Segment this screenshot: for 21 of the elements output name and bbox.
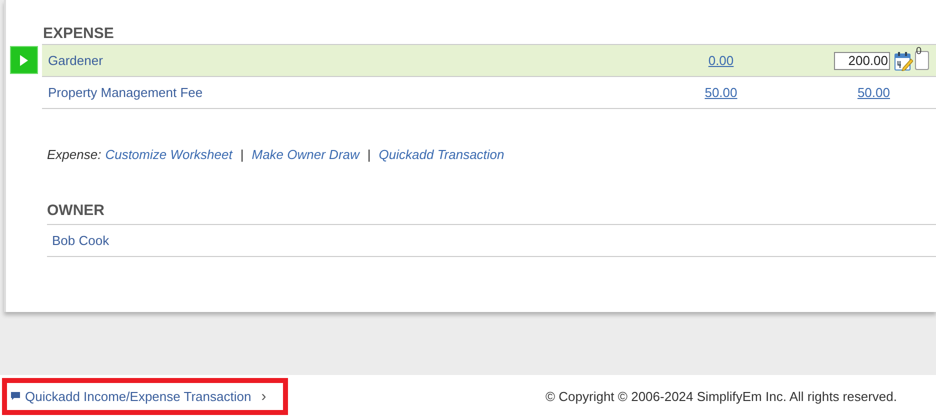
section-heading: EXPENSE: [42, 24, 115, 44]
account-name[interactable]: Property Management Fee: [48, 85, 448, 100]
action-link[interactable]: Make Owner Draw: [252, 147, 360, 162]
action-link[interactable]: Customize Worksheet: [105, 147, 232, 162]
amount-field[interactable]: 200.00: [834, 52, 890, 70]
owner-name[interactable]: Bob Cook: [52, 233, 110, 248]
expense-row[interactable]: Property Management Fee 50.00 50.00: [42, 77, 936, 109]
play-icon: [20, 54, 28, 66]
quickadd-link[interactable]: Quickadd Income/Expense Transaction ›: [2, 378, 288, 414]
separator: |: [240, 147, 244, 162]
section-heading: OWNER: [47, 202, 106, 221]
account-name[interactable]: Gardener: [48, 53, 448, 68]
separator: |: [367, 147, 371, 162]
action-link[interactable]: Quickadd Transaction: [378, 147, 504, 162]
comment-icon: [11, 392, 20, 400]
actions-label: Expense:: [47, 147, 102, 162]
copyright-text: © Copyright © 2006-2024 SimplifyEm Inc. All rights reserved.: [545, 388, 897, 404]
amount-link[interactable]: 0.00: [696, 53, 746, 68]
amount-link[interactable]: 50.00: [696, 85, 746, 100]
amount-link[interactable]: 50.00: [857, 85, 890, 100]
calendar-pencil-icon[interactable]: [894, 50, 913, 70]
